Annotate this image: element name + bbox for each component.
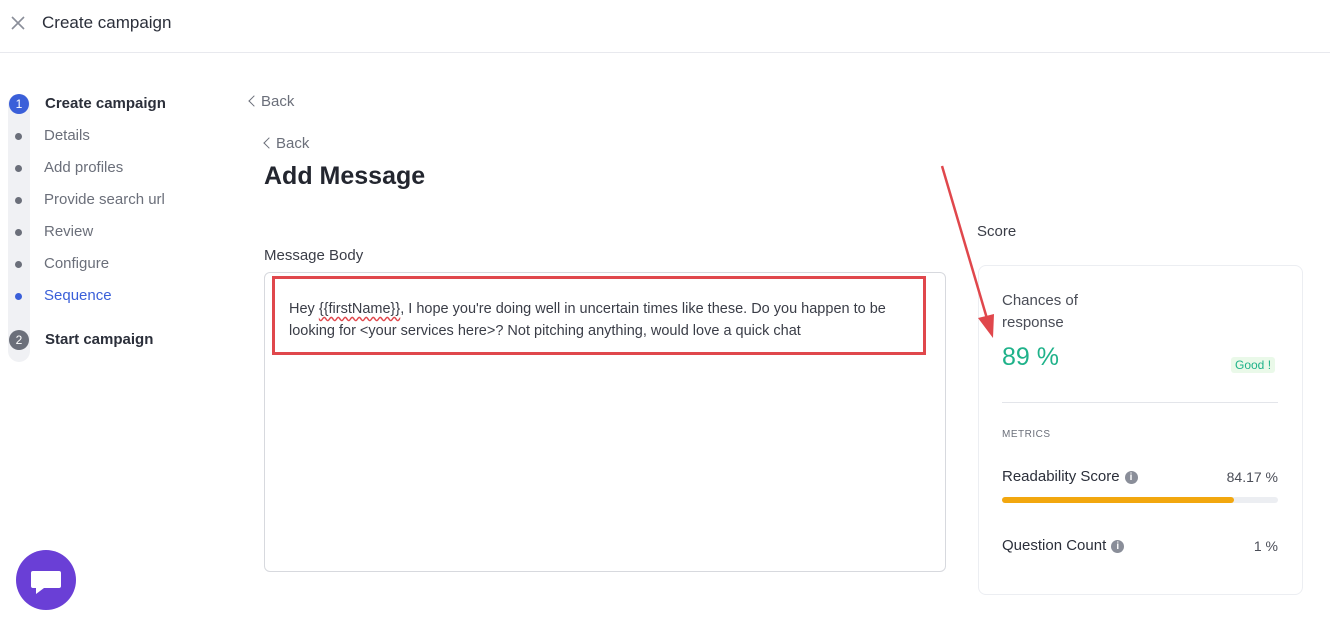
- back-link-label: Back: [261, 93, 295, 110]
- message-body-text[interactable]: Hey {{firstName}}, I hope you're doing w…: [289, 298, 919, 342]
- chevron-left-icon: [248, 95, 260, 107]
- rating-badge: Good !: [1231, 357, 1276, 373]
- metric-question-count-label: Question Count: [1002, 537, 1107, 554]
- substep-provide-search-url[interactable]: Provide search url: [44, 191, 165, 208]
- chances-label: Chances of response: [1002, 292, 1078, 331]
- substep-add-profiles[interactable]: Add profiles: [44, 159, 123, 176]
- message-prefix: Hey: [289, 301, 319, 317]
- substep-dot: [15, 229, 22, 236]
- substep-dot: [15, 133, 22, 140]
- info-icon[interactable]: i: [1124, 471, 1138, 484]
- readability-progress-fill: [1002, 497, 1235, 503]
- metric-question-count-value: 1 %: [1253, 538, 1278, 554]
- page-title: Add Message: [264, 162, 426, 190]
- chat-icon: [31, 571, 61, 594]
- substep-review[interactable]: Review: [44, 223, 93, 240]
- step-create-campaign[interactable]: Create campaign: [45, 95, 166, 112]
- metric-readability-value: 84.17 %: [1226, 469, 1278, 485]
- message-body-label: Message Body: [264, 247, 364, 264]
- substep-configure[interactable]: Configure: [44, 255, 109, 272]
- step-number-1: 1: [9, 94, 29, 114]
- header-title: Create campaign: [42, 13, 172, 32]
- substep-dot-current: [15, 293, 22, 300]
- substep-dot: [15, 165, 22, 172]
- info-icon[interactable]: i: [1111, 540, 1125, 553]
- divider: [1002, 402, 1278, 403]
- substep-details[interactable]: Details: [44, 127, 90, 144]
- metric-readability-name: Readability Score i: [1002, 468, 1138, 485]
- annotation-arrow-icon: [940, 165, 994, 338]
- back-link-outer[interactable]: Back: [248, 93, 295, 110]
- substep-sequence[interactable]: Sequence: [44, 287, 112, 304]
- close-icon[interactable]: [10, 15, 26, 31]
- back-link-inner[interactable]: Back: [263, 135, 310, 152]
- back-link-label: Back: [276, 135, 310, 152]
- chevron-left-icon: [263, 137, 275, 149]
- substep-dot: [15, 261, 22, 268]
- message-variable: {{firstName}}: [318, 301, 401, 317]
- substep-dot: [15, 197, 22, 204]
- response-percent: 89 %: [1002, 343, 1059, 371]
- step-start-campaign[interactable]: Start campaign: [45, 331, 153, 348]
- step-number-2: 2: [9, 330, 29, 350]
- readability-progress-bar: [1002, 497, 1278, 503]
- metric-question-count-name: Question Count i: [1002, 537, 1125, 554]
- top-bar: Create campaign: [0, 0, 1330, 53]
- metric-readability-label: Readability Score: [1002, 468, 1120, 485]
- chat-button[interactable]: [16, 550, 76, 610]
- metrics-heading: METRICS: [1002, 429, 1051, 440]
